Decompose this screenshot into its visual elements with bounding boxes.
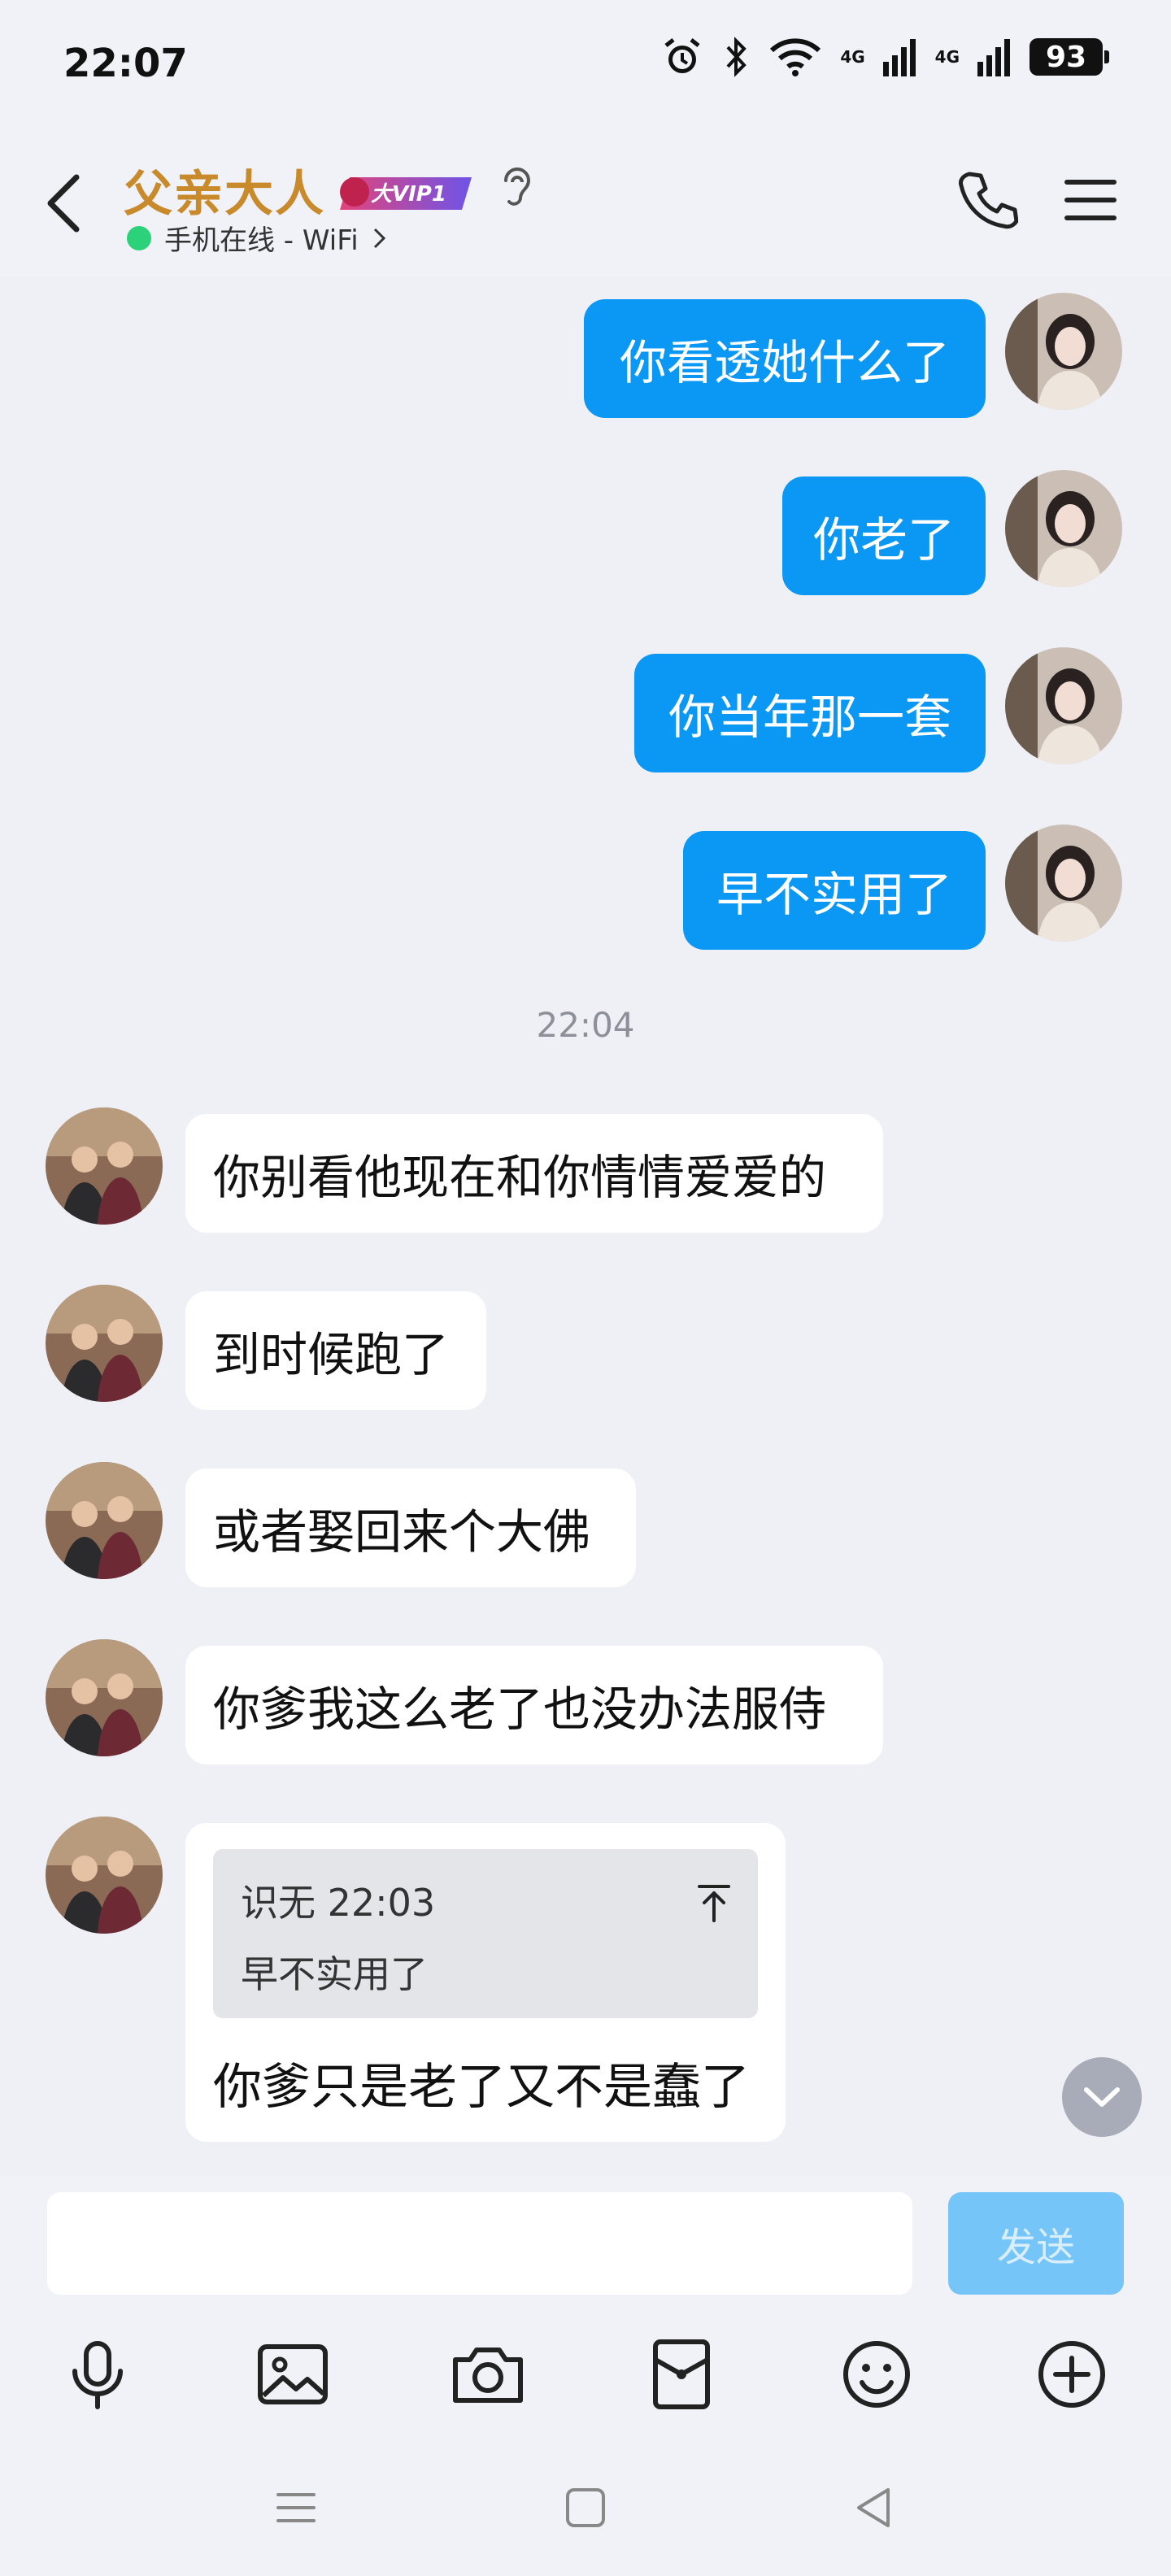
vip-badge-icon: 大VIP1 <box>340 177 472 210</box>
quoted-message-text: 早不实用了 <box>241 1952 428 1996</box>
self-avatar-image <box>1005 825 1122 942</box>
contact-name[interactable]: 父亲大人 <box>124 154 325 225</box>
signal-icon <box>977 39 1010 76</box>
red-packet-icon[interactable] <box>642 2335 720 2413</box>
microphone-icon[interactable] <box>59 2335 137 2413</box>
signal-icon <box>882 39 916 76</box>
online-status-text: 手机在线 - WiFi <box>164 224 359 257</box>
contact-avatar-image <box>46 1107 163 1225</box>
contact-avatar-image <box>46 1639 163 1756</box>
status-time: 22:07 <box>63 41 188 86</box>
network-type-2: 4G <box>934 47 960 67</box>
outgoing-message[interactable]: 早不实用了 <box>683 831 986 950</box>
online-dot <box>127 225 151 250</box>
online-status[interactable]: 手机在线 - WiFi <box>127 218 388 258</box>
bluetooth-icon <box>726 37 747 77</box>
self-avatar[interactable] <box>1005 825 1122 942</box>
chat-header: 父亲大人 大VIP1 手机在线 - WiFi <box>0 130 1171 276</box>
message-timestamp: 22:04 <box>536 1005 635 1045</box>
self-avatar[interactable] <box>1005 647 1122 764</box>
outgoing-message[interactable]: 你看透她什么了 <box>584 299 986 418</box>
outgoing-message[interactable]: 你老了 <box>782 476 986 595</box>
contact-avatar[interactable] <box>46 1285 163 1402</box>
self-avatar[interactable] <box>1005 293 1122 410</box>
self-avatar[interactable] <box>1005 470 1122 587</box>
image-icon[interactable] <box>254 2335 332 2413</box>
outgoing-message[interactable]: 你当年那一套 <box>634 654 986 772</box>
message-input-bar: 发送 <box>0 2176 1171 2306</box>
quoted-reply-message[interactable]: 识无 22:03 早不实用了 你爹只是老了又不是蠢了 <box>185 1823 786 2142</box>
alarm-icon <box>664 38 700 73</box>
status-icons: 4G 4G 93 <box>661 36 1109 78</box>
back-nav-icon[interactable] <box>849 2483 898 2532</box>
contact-avatar-image <box>46 1462 163 1579</box>
status-bar: 22:07 4G 4G 93 <box>0 0 1171 130</box>
ear-icon[interactable] <box>498 163 533 211</box>
contact-avatar[interactable] <box>46 1462 163 1579</box>
incoming-message[interactable]: 你爹我这么老了也没办法服侍 <box>185 1646 883 1764</box>
chat-toolbar <box>0 2306 1171 2444</box>
quoted-message-meta: 识无 22:03 <box>241 1881 436 1925</box>
incoming-message[interactable]: 或者娶回来个大佛 <box>185 1469 636 1587</box>
incoming-message[interactable]: 到时候跑了 <box>185 1291 486 1410</box>
contact-avatar-image <box>46 1817 163 1934</box>
recent-apps-icon[interactable] <box>272 2483 320 2532</box>
emoji-icon[interactable] <box>838 2335 916 2413</box>
home-icon[interactable] <box>561 2483 610 2532</box>
incoming-message[interactable]: 你别看他现在和你情情爱爱的 <box>185 1114 883 1233</box>
contact-avatar[interactable] <box>46 1817 163 1934</box>
network-type-1: 4G <box>840 47 865 67</box>
self-avatar-image <box>1005 293 1122 410</box>
plus-icon[interactable] <box>1033 2335 1111 2413</box>
self-avatar-image <box>1005 470 1122 587</box>
battery-level: 93 <box>1045 40 1087 74</box>
battery-icon: 93 <box>1030 38 1109 76</box>
system-nav-bar <box>0 2444 1171 2576</box>
reply-text: 你爹只是老了又不是蠢了 <box>213 2059 750 2116</box>
vip-badge-text: 大VIP1 <box>371 182 446 207</box>
contact-avatar-image <box>46 1285 163 1402</box>
self-avatar-image <box>1005 647 1122 764</box>
quoted-message-box[interactable]: 识无 22:03 早不实用了 <box>213 1849 758 2018</box>
back-icon[interactable] <box>41 171 89 236</box>
wifi-icon <box>770 38 821 76</box>
contact-avatar[interactable] <box>46 1107 163 1225</box>
contact-avatar[interactable] <box>46 1639 163 1756</box>
send-button[interactable]: 发送 <box>948 2192 1124 2295</box>
chevron-right-icon <box>373 228 385 248</box>
vip-badge: 大VIP1 <box>337 172 473 215</box>
message-input[interactable] <box>47 2192 912 2295</box>
scroll-to-bottom-button[interactable] <box>1062 2057 1142 2137</box>
jump-to-quote-icon[interactable] <box>694 1882 734 1924</box>
phone-call-icon[interactable] <box>956 169 1018 231</box>
menu-icon[interactable] <box>1064 177 1117 223</box>
chevron-down-icon <box>1084 2087 1120 2107</box>
camera-icon[interactable] <box>449 2335 527 2413</box>
